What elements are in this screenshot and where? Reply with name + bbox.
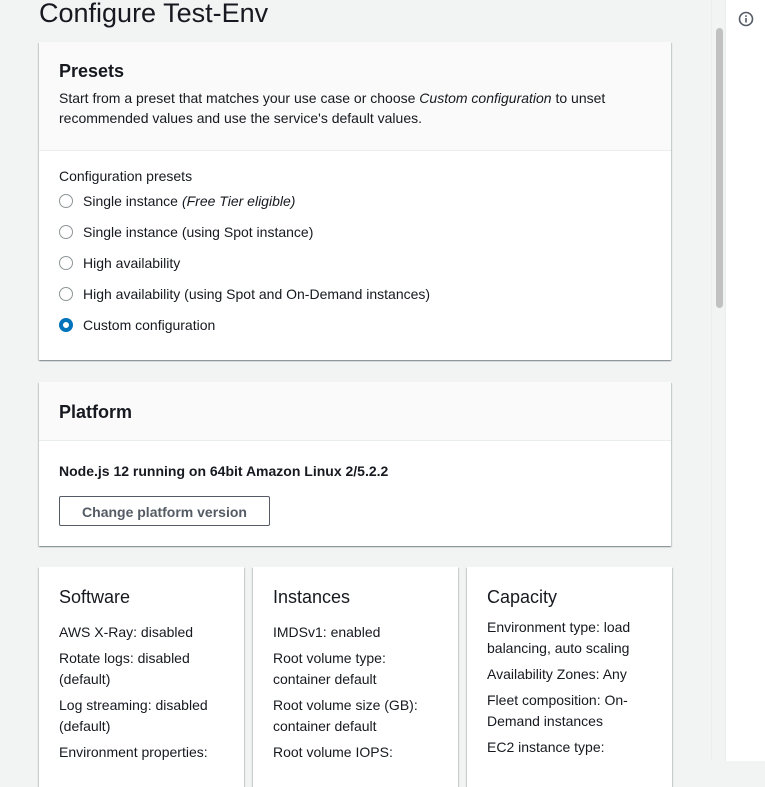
software-rotate-logs: Rotate logs: disabled (default) (59, 650, 190, 687)
capacity-ec2-instance-type: EC2 instance type: (487, 739, 605, 755)
radio-button[interactable] (59, 256, 73, 270)
preset-label: High availability (using Spot and On-Dem… (83, 286, 431, 302)
change-platform-version-button[interactable]: Change platform version (59, 496, 270, 526)
instances-card: Instances IMDSv1: enabled Root volume ty… (253, 567, 458, 787)
software-environment-properties: Environment properties: (59, 744, 208, 760)
preset-single-instance[interactable]: Single instance (Free Tier eligible) (59, 191, 295, 211)
software-log-streaming: Log streaming: disabled (default) (59, 697, 208, 734)
radio-button[interactable] (59, 287, 73, 301)
instances-root-volume-type: Root volume type: container default (273, 650, 386, 687)
software-title: Software (59, 587, 131, 607)
radio-button[interactable] (59, 225, 73, 239)
presets-desc-emphasis: Custom configuration (419, 90, 552, 106)
platform-title: Platform (59, 402, 133, 422)
platform-name: Node.js 12 running on 64bit Amazon Linux… (59, 463, 389, 479)
capacity-availability-zones: Availability Zones: Any (487, 666, 627, 682)
presets-desc-text: Start from a preset that matches your us… (59, 90, 416, 106)
page-title: Configure Test-Env (39, 0, 269, 28)
preset-custom-configuration[interactable]: Custom configuration (59, 315, 215, 335)
platform-panel: Platform Node.js 12 running on 64bit Ama… (39, 382, 671, 546)
info-icon[interactable] (738, 11, 754, 27)
presets-header: Presets Start from a preset that matches… (39, 42, 671, 151)
preset-single-instance-spot[interactable]: Single instance (using Spot instance) (59, 222, 313, 242)
software-xray: AWS X-Ray: disabled (59, 624, 194, 640)
presets-title: Presets (59, 61, 125, 81)
presets-description: Start from a preset that matches your us… (59, 88, 651, 128)
help-panel-rail (725, 0, 765, 761)
instances-title: Instances (273, 587, 351, 607)
platform-header: Platform (39, 382, 671, 441)
scrollbar-thumb[interactable] (716, 28, 723, 308)
capacity-environment-type: Environment type: load balancing, auto s… (487, 619, 631, 656)
capacity-card: Capacity Environment type: load balancin… (467, 567, 672, 787)
preset-label: Custom configuration (83, 317, 216, 333)
instances-imdsv1: IMDSv1: enabled (273, 624, 381, 640)
preset-high-availability[interactable]: High availability (59, 253, 180, 273)
preset-label: Single instance (83, 193, 178, 209)
preset-label: High availability (83, 255, 181, 271)
preset-note: (Free Tier eligible) (181, 193, 296, 209)
radio-button[interactable] (59, 194, 73, 208)
instances-root-volume-iops: Root volume IOPS: (273, 744, 393, 760)
instances-root-volume-size: Root volume size (GB): container default (273, 697, 418, 734)
radio-button-selected[interactable] (59, 318, 73, 332)
preset-high-availability-spot[interactable]: High availability (using Spot and On-Dem… (59, 284, 430, 304)
preset-label: Single instance (using Spot instance) (83, 224, 314, 240)
presets-panel: Presets Start from a preset that matches… (39, 42, 671, 360)
capacity-fleet-composition: Fleet composition: On-Demand instances (487, 692, 628, 729)
software-card: Software AWS X-Ray: disabled Rotate logs… (39, 567, 244, 787)
capacity-title: Capacity (487, 587, 558, 607)
configuration-presets-label: Configuration presets (59, 168, 193, 184)
